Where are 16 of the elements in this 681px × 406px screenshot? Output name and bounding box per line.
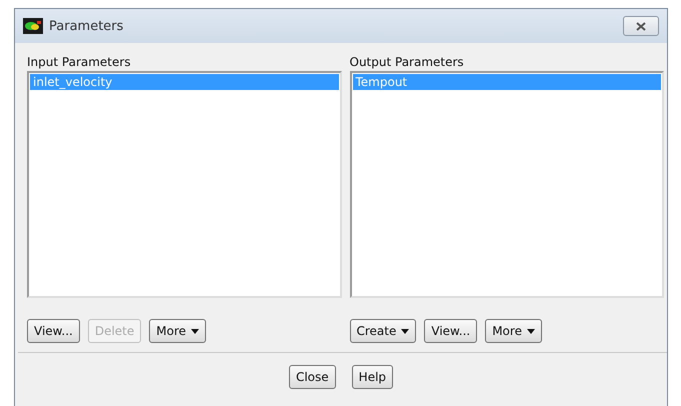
dropdown-button[interactable]: More bbox=[485, 319, 542, 343]
caret-icon bbox=[401, 328, 410, 334]
panel-title: Output Parameters bbox=[350, 54, 465, 71]
dialog-button[interactable]: Close bbox=[288, 365, 336, 389]
app-icon bbox=[23, 18, 43, 34]
dropdown-button[interactable]: More bbox=[149, 319, 206, 343]
close-icon bbox=[636, 22, 646, 30]
caret-icon bbox=[191, 328, 200, 334]
dialog-button[interactable]: Help bbox=[352, 365, 394, 389]
dropdown-button[interactable]: Create bbox=[350, 319, 416, 343]
close-button[interactable] bbox=[623, 16, 659, 36]
button[interactable]: View... bbox=[27, 319, 80, 343]
panel-title: Input Parameters bbox=[27, 54, 132, 71]
window-title: Parameters bbox=[49, 18, 124, 34]
caret-icon bbox=[526, 328, 535, 334]
button[interactable]: View... bbox=[424, 319, 478, 343]
